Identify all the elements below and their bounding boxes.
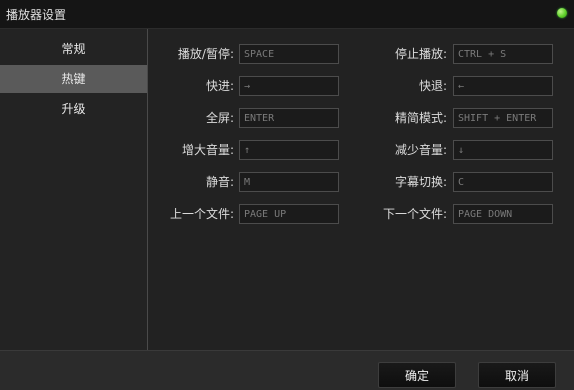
hotkey-label-next-file: 下一个文件: — [382, 207, 447, 221]
hotkey-field-fullscreen[interactable]: ENTER — [239, 108, 339, 128]
status-indicator-icon[interactable] — [557, 8, 567, 18]
hotkey-label-rewind: 快退: — [418, 79, 447, 93]
hotkey-field-play-pause[interactable]: SPACE — [239, 44, 339, 64]
hotkey-field-previous-file[interactable]: PAGE UP — [239, 204, 339, 224]
hotkey-label-fast-forward: 快进: — [205, 79, 234, 93]
hotkey-settings-panel: 播放/暂停: SPACE 快进: → 全屏: ENTER 增大音量: ↑ 静音:… — [148, 29, 574, 350]
hotkey-label-previous-file: 上一个文件: — [169, 207, 234, 221]
title-bar: 播放器设置 — [0, 0, 574, 29]
hotkey-label-stop: 停止播放: — [394, 47, 447, 61]
hotkey-label-compact-mode: 精简模式: — [394, 111, 447, 125]
hotkey-field-next-file[interactable]: PAGE DOWN — [453, 204, 553, 224]
hotkey-label-fullscreen: 全屏: — [205, 111, 234, 125]
hotkey-field-volume-up[interactable]: ↑ — [239, 140, 339, 160]
hotkey-field-subtitle-toggle[interactable]: C — [453, 172, 553, 192]
sidebar: 常规 热键 升级 — [0, 29, 148, 350]
sidebar-item-upgrade[interactable]: 升级 — [0, 95, 147, 123]
hotkey-field-volume-down[interactable]: ↓ — [453, 140, 553, 160]
hotkey-label-volume-down: 减少音量: — [394, 143, 447, 157]
hotkey-label-play-pause: 播放/暂停: — [177, 47, 234, 61]
window-title: 播放器设置 — [6, 8, 67, 22]
cancel-button[interactable]: 取消 — [478, 362, 556, 388]
hotkey-label-volume-up: 增大音量: — [181, 143, 234, 157]
hotkey-label-subtitle-toggle: 字幕切换: — [394, 175, 447, 189]
ok-button[interactable]: 确定 — [378, 362, 456, 388]
hotkey-field-rewind[interactable]: ← — [453, 76, 553, 96]
hotkey-label-mute: 静音: — [205, 175, 234, 189]
sidebar-item-hotkeys[interactable]: 热键 — [0, 65, 147, 93]
hotkey-field-stop[interactable]: CTRL + S — [453, 44, 553, 64]
hotkey-field-compact-mode[interactable]: SHIFT + ENTER — [453, 108, 553, 128]
hotkey-field-mute[interactable]: M — [239, 172, 339, 192]
dialog-footer: 确定 取消 — [0, 350, 574, 390]
hotkey-field-fast-forward[interactable]: → — [239, 76, 339, 96]
sidebar-item-general[interactable]: 常规 — [0, 35, 147, 63]
